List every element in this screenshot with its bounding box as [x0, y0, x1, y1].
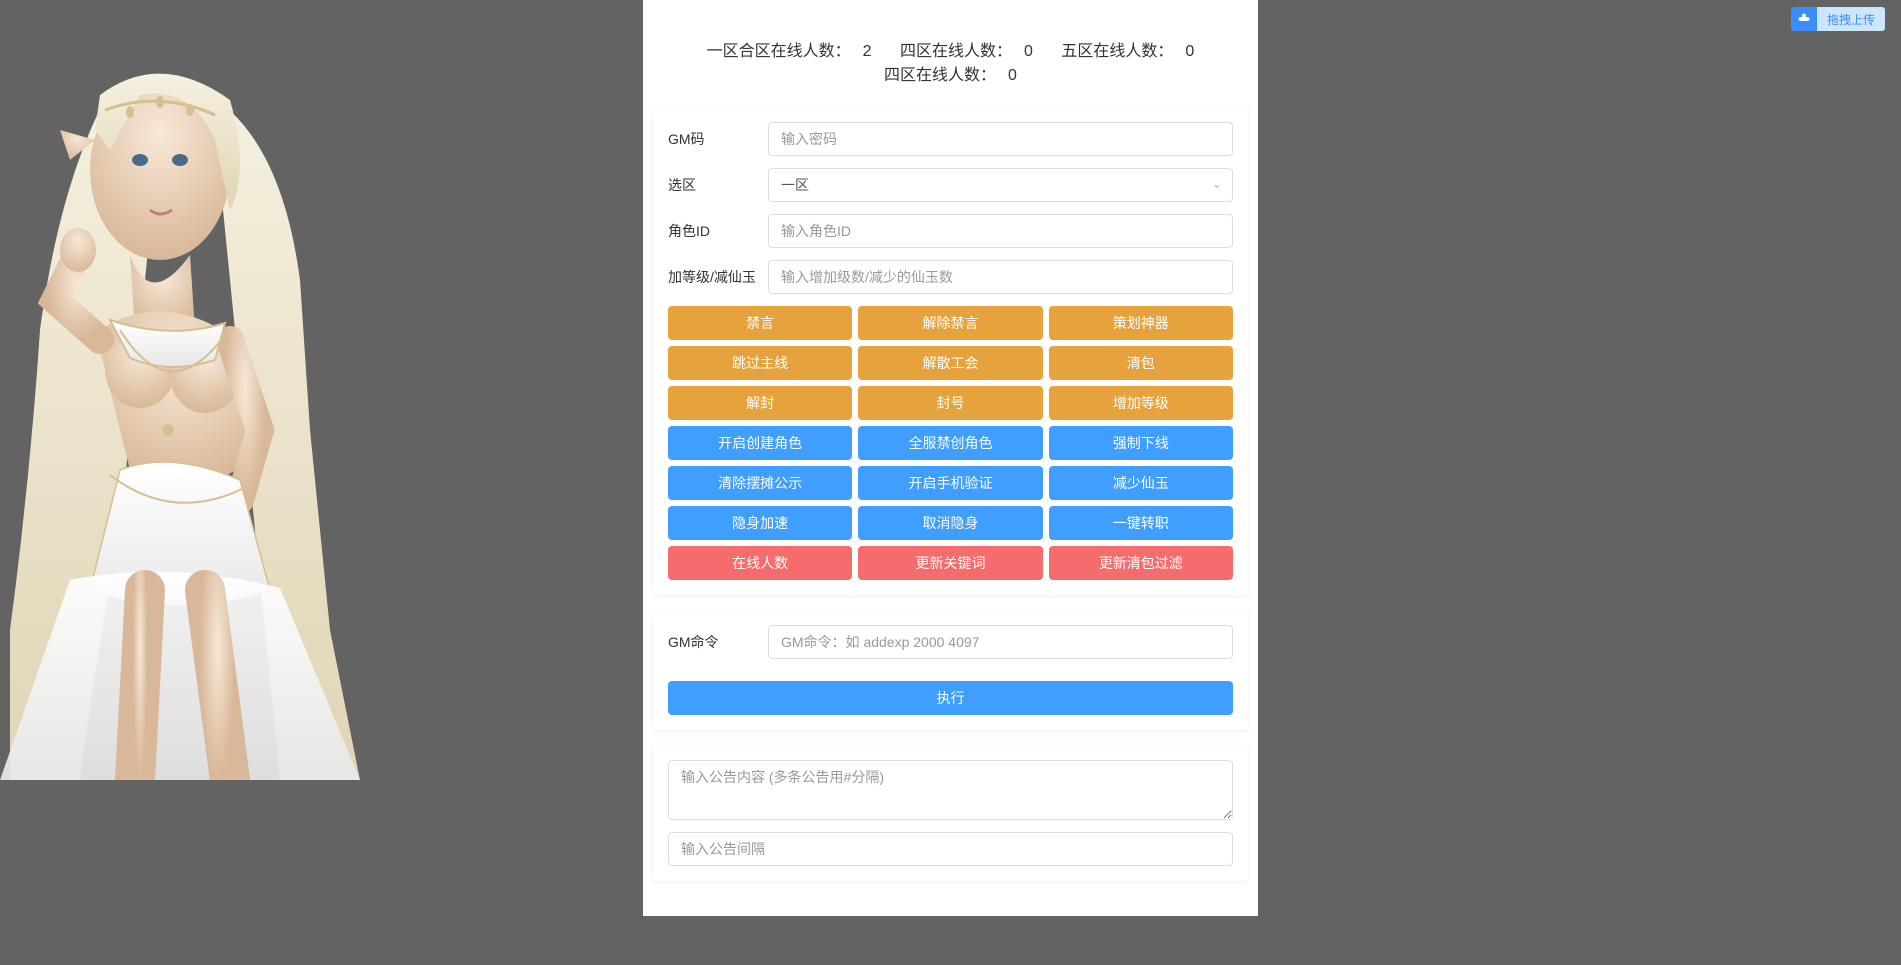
cancel-stealth-button[interactable]: 取消隐身: [858, 506, 1042, 540]
enable-phone-verify-button[interactable]: 开启手机验证: [858, 466, 1042, 500]
update-keywords-button[interactable]: 更新关键词: [858, 546, 1042, 580]
gm-code-input[interactable]: [768, 122, 1233, 156]
planner-tool-button[interactable]: 策划神器: [1049, 306, 1233, 340]
change-job-button[interactable]: 一键转职: [1049, 506, 1233, 540]
online-count-button[interactable]: 在线人数: [668, 546, 852, 580]
skip-mainline-button[interactable]: 跳过主线: [668, 346, 852, 380]
reduce-jade-button[interactable]: 减少仙玉: [1049, 466, 1233, 500]
gm-command-input[interactable]: [768, 625, 1233, 659]
level-jade-label: 加等级/减仙玉: [668, 267, 768, 287]
cloud-upload-icon: [1791, 7, 1817, 31]
online-stats-header: 一区合区在线人数：2 四区在线人数：0 五区在线人数：0 四区在线人数：0: [643, 15, 1258, 107]
gm-command-label: GM命令: [668, 632, 768, 652]
role-id-input[interactable]: [768, 214, 1233, 248]
gm-controls-card: GM码 选区 一区 ⌄ 角色ID 加等级/减仙玉 禁言 解除禁言 策划神器 跳过…: [653, 107, 1248, 595]
unmute-button[interactable]: 解除禁言: [858, 306, 1042, 340]
zone-label: 选区: [668, 175, 768, 195]
disband-guild-button[interactable]: 解散工会: [858, 346, 1042, 380]
clear-bag-button[interactable]: 清包: [1049, 346, 1233, 380]
upload-label: 拖拽上传: [1817, 7, 1885, 31]
unban-button[interactable]: 解封: [668, 386, 852, 420]
role-id-label: 角色ID: [668, 221, 768, 241]
background-character-image: [0, 30, 400, 780]
upload-widget[interactable]: 拖拽上传: [1791, 7, 1885, 31]
zone-select[interactable]: 一区: [768, 168, 1233, 202]
add-level-button[interactable]: 增加等级: [1049, 386, 1233, 420]
clear-stall-notice-button[interactable]: 清除摆摊公示: [668, 466, 852, 500]
enable-create-role-button[interactable]: 开启创建角色: [668, 426, 852, 460]
update-clearbag-filter-button[interactable]: 更新清包过滤: [1049, 546, 1233, 580]
announcement-card: [653, 745, 1248, 881]
mute-button[interactable]: 禁言: [668, 306, 852, 340]
disable-create-role-button[interactable]: 全服禁创角色: [858, 426, 1042, 460]
announce-content-input[interactable]: [668, 760, 1233, 820]
gm-command-card: GM命令 执行: [653, 610, 1248, 730]
admin-panel: 一区合区在线人数：2 四区在线人数：0 五区在线人数：0 四区在线人数：0 GM…: [643, 0, 1258, 916]
level-jade-input[interactable]: [768, 260, 1233, 294]
gm-code-label: GM码: [668, 129, 768, 149]
ban-button[interactable]: 封号: [858, 386, 1042, 420]
stealth-speed-button[interactable]: 隐身加速: [668, 506, 852, 540]
force-offline-button[interactable]: 强制下线: [1049, 426, 1233, 460]
announce-interval-input[interactable]: [668, 832, 1233, 866]
execute-button[interactable]: 执行: [668, 681, 1233, 715]
